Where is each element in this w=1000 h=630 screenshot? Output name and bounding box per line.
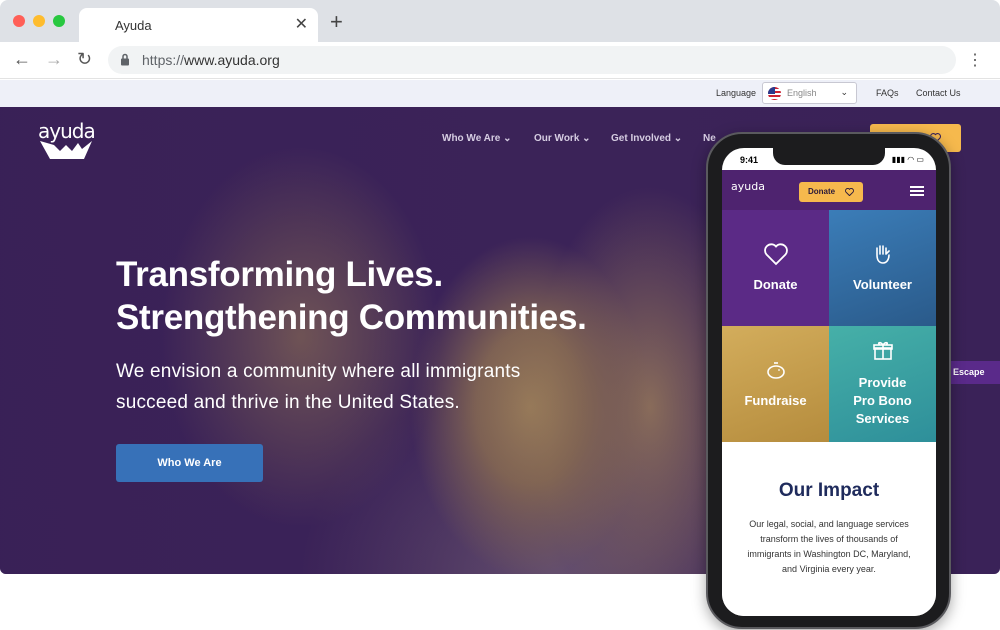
new-tab-button[interactable]: + [330, 11, 343, 33]
utility-bar: Language English ⌄ FAQs Contact Us [0, 80, 1000, 107]
status-time: 9:41 [740, 155, 759, 165]
url-protocol: https:// [142, 52, 185, 68]
impact-line: and Virginia every year. [782, 564, 876, 574]
tile-donate[interactable]: Donate [722, 210, 829, 326]
close-window-button[interactable] [13, 15, 25, 27]
hero-subtitle: We envision a community where all immigr… [116, 356, 520, 418]
contact-us-link[interactable]: Contact Us [916, 88, 961, 98]
hero-subtitle-line2: succeed and thrive in the United States. [116, 392, 460, 413]
close-icon[interactable]: ✕ [295, 14, 308, 34]
nav-label: Get Involved [611, 133, 672, 144]
tile-label-line: Services [855, 411, 910, 426]
tab-title: Ayuda [115, 18, 152, 33]
impact-line: immigrants in Washington DC, Maryland, [747, 549, 911, 559]
hero-subtitle-line1: We envision a community where all immigr… [116, 361, 521, 382]
tile-volunteer[interactable]: Volunteer [829, 210, 936, 326]
nav-our-work[interactable]: Our Work ⌄ [534, 133, 591, 144]
hero-title: Transforming Lives. Strengthening Commun… [116, 253, 587, 339]
faqs-link[interactable]: FAQs [876, 88, 899, 98]
impact-text: Our legal, social, and language services… [730, 517, 928, 577]
who-we-are-button[interactable]: Who We Are [116, 444, 263, 482]
nav-label: Who We Are [442, 133, 501, 144]
tile-label-line: Provide [858, 375, 907, 390]
tile-label-line: Pro Bono [853, 393, 912, 408]
address-bar[interactable]: https://www.ayuda.org [108, 46, 956, 74]
nav-label: Our Work [534, 133, 580, 144]
impact-section: Our Impact Our legal, social, and langua… [722, 442, 936, 616]
forward-icon[interactable]: → [45, 49, 63, 69]
piggy-bank-icon [766, 362, 785, 379]
tile-pro-bono[interactable]: Provide Pro Bono Services [829, 326, 936, 442]
phone-mockup: 9:41 ▮▮▮ ◠ ▭ ayuda Donate Donate Volunte… [706, 132, 951, 629]
tile-label-multiline: Provide Pro Bono Services [829, 374, 936, 428]
browser-tab[interactable]: Ayuda ✕ [79, 8, 318, 42]
hero-title-line2: Strengthening Communities. [116, 298, 587, 337]
nav-news[interactable]: Ne [703, 133, 716, 144]
tile-label: Fundraise [744, 393, 807, 408]
minimize-window-button[interactable] [33, 15, 45, 27]
chevron-down-icon: ⌄ [840, 87, 848, 97]
hero-title-line1: Transforming Lives. [116, 255, 443, 294]
maximize-window-button[interactable] [53, 15, 65, 27]
menu-icon[interactable]: ⋮ [967, 50, 983, 70]
lock-icon [121, 53, 129, 66]
phone-screen: 9:41 ▮▮▮ ◠ ▭ ayuda Donate Donate Volunte… [722, 148, 936, 616]
nav-get-involved[interactable]: Get Involved ⌄ [611, 133, 682, 144]
mobile-donate-label: Donate [808, 187, 836, 196]
status-icons: ▮▮▮ ◠ ▭ [891, 155, 924, 164]
phone-notch [773, 148, 885, 165]
language-select[interactable]: English ⌄ [762, 82, 857, 104]
gift-icon [872, 341, 893, 360]
mobile-donate-button[interactable]: Donate [799, 182, 863, 202]
tile-label: Donate [753, 277, 798, 292]
heart-icon [845, 188, 854, 196]
tab-bar: Ayuda ✕ + [0, 0, 1000, 42]
ayuda-logo[interactable]: ayuda [38, 119, 96, 163]
language-value: English [787, 88, 817, 98]
nav-who-we-are[interactable]: Who We Are ⌄ [442, 133, 512, 144]
hamburger-menu-icon[interactable] [910, 186, 924, 196]
impact-line: transform the lives of thousands of [760, 534, 898, 544]
tile-label: Volunteer [853, 277, 912, 292]
back-icon[interactable]: ← [13, 49, 31, 69]
impact-line: Our legal, social, and language services [749, 519, 909, 529]
heart-icon [763, 243, 788, 266]
nav-label: Ne [703, 133, 716, 144]
mobile-header: ayuda Donate [722, 170, 936, 210]
us-flag-icon [768, 87, 781, 100]
mobile-logo[interactable]: ayuda [731, 180, 765, 193]
impact-title: Our Impact [778, 480, 880, 501]
tile-fundraise[interactable]: Fundraise [722, 326, 829, 442]
browser-toolbar: ← → ↻ https://www.ayuda.org ⋮ [0, 42, 1000, 79]
logo-hands-icon [40, 141, 92, 159]
language-label: Language [716, 88, 757, 98]
hand-icon [875, 245, 890, 264]
reload-icon[interactable]: ↻ [77, 49, 92, 69]
url-host: www.ayuda.org [184, 52, 280, 68]
url-text: https://www.ayuda.org [142, 52, 280, 68]
